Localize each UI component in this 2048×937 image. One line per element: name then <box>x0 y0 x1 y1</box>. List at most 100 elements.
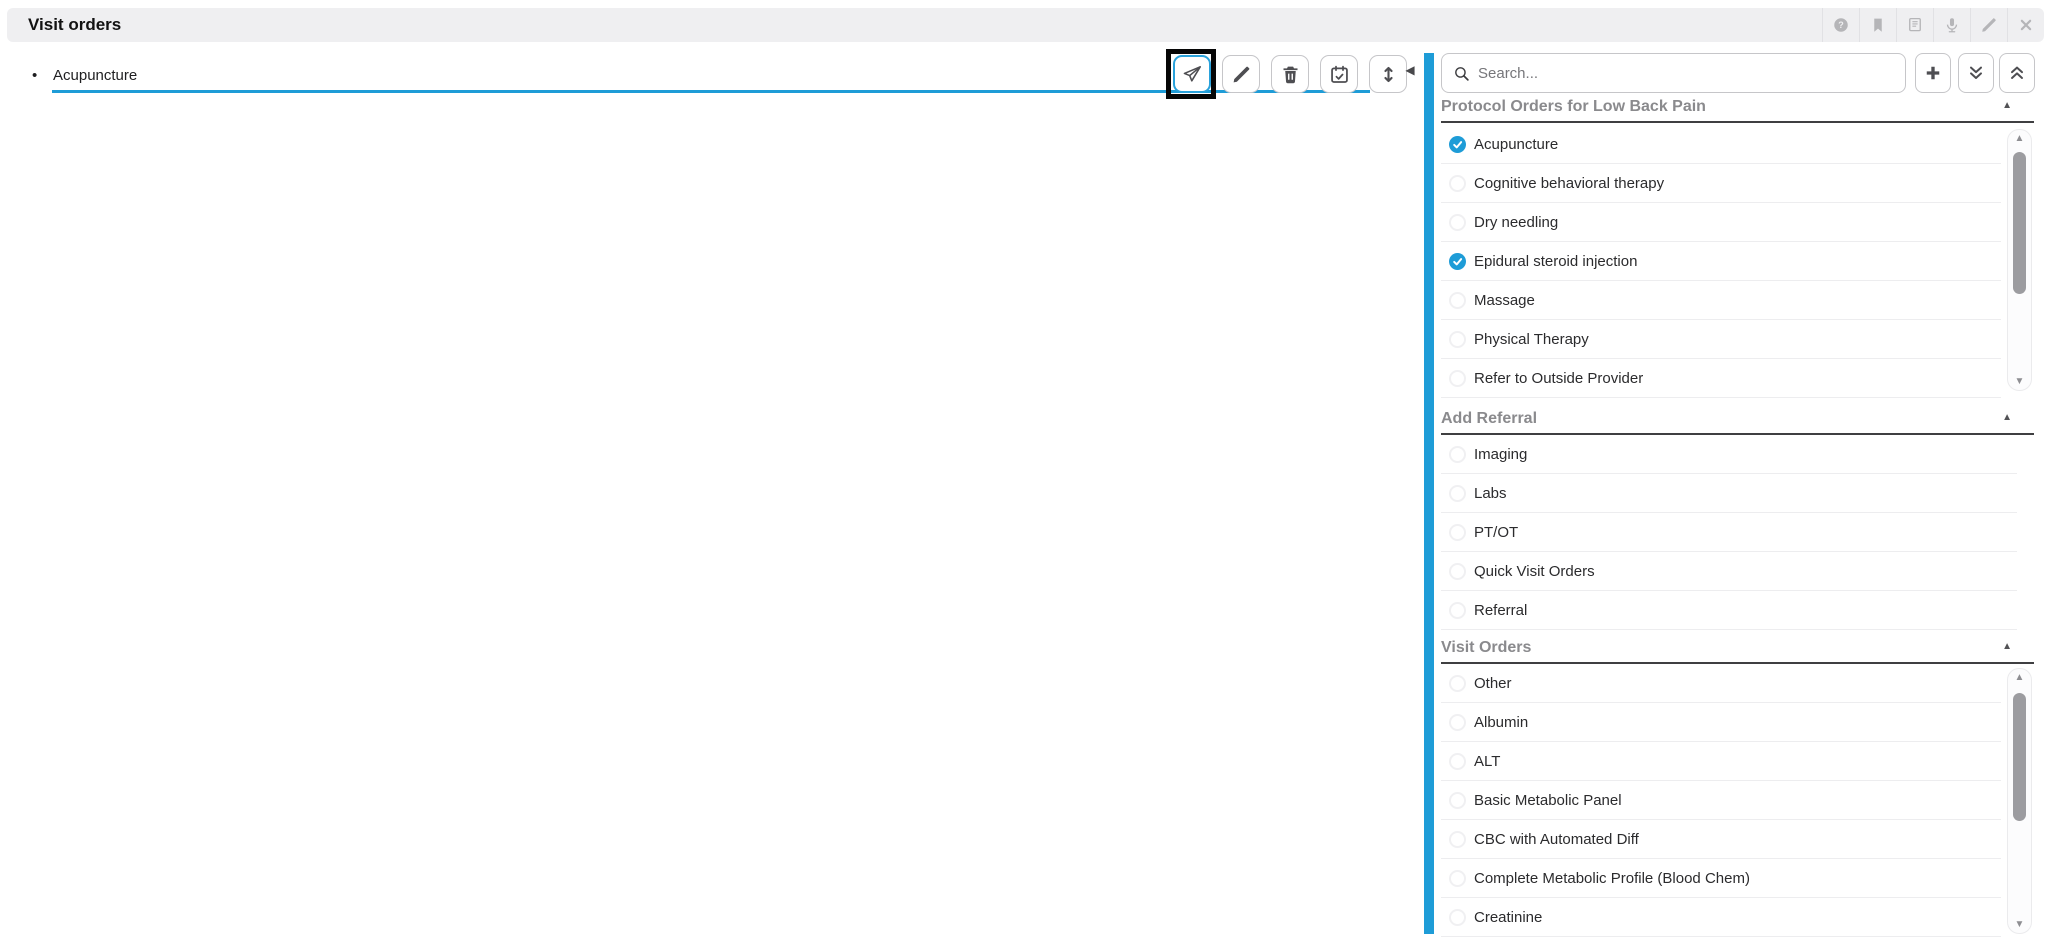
search-row <box>1441 53 2036 93</box>
scrollbar-track[interactable]: ▲ ▼ <box>2007 668 2032 934</box>
check-circle-icon <box>1449 675 1466 692</box>
order-item-label: Physical Therapy <box>1474 331 1589 348</box>
bookmark-icon[interactable] <box>1859 8 1896 42</box>
edit-icon[interactable] <box>1970 8 2007 42</box>
schedule-order-button[interactable] <box>1320 55 1358 93</box>
order-list-item[interactable]: Complete Metabolic Profile (Blood Chem) <box>1441 859 2001 898</box>
order-list-item[interactable]: Epidural steroid injection <box>1441 242 2001 281</box>
order-list-item[interactable]: ALT <box>1441 742 2001 781</box>
send-order-button[interactable] <box>1173 55 1211 93</box>
check-circle-icon <box>1449 524 1466 541</box>
search-input[interactable] <box>1478 65 1905 82</box>
order-item-label: PT/OT <box>1474 524 1518 541</box>
order-list-item[interactable]: Imaging <box>1441 435 2017 474</box>
order-item-label: Basic Metabolic Panel <box>1474 792 1622 809</box>
order-item-label: Creatinine <box>1474 909 1542 926</box>
order-item-label: Complete Metabolic Profile (Blood Chem) <box>1474 870 1750 887</box>
order-list-item[interactable]: PT/OT <box>1441 513 2017 552</box>
order-item-label: Cognitive behavioral therapy <box>1474 175 1664 192</box>
window-titlebar: Visit orders ? <box>7 8 2044 42</box>
check-circle-icon <box>1449 909 1466 926</box>
order-row-toolbar <box>1173 55 1418 93</box>
help-icon[interactable]: ? <box>1822 8 1859 42</box>
check-circle-icon <box>1449 214 1466 231</box>
check-circle-icon <box>1449 870 1466 887</box>
collapse-all-button[interactable] <box>1999 53 2035 93</box>
section-list-visit-orders: Other Albumin ALT Basic Metabolic Panel … <box>1441 664 2001 937</box>
order-item-label: Quick Visit Orders <box>1474 563 1595 580</box>
order-list-item[interactable]: Labs <box>1441 474 2017 513</box>
order-list-item[interactable]: Other <box>1441 664 2001 703</box>
expand-all-button[interactable] <box>1958 53 1994 93</box>
collapse-caret-icon[interactable]: ▲ <box>2002 100 2012 111</box>
check-circle-icon <box>1449 175 1466 192</box>
order-item-label: Refer to Outside Provider <box>1474 370 1643 387</box>
check-circle-icon <box>1449 602 1466 619</box>
visit-order-row[interactable]: • Acupuncture <box>32 62 137 88</box>
order-list-item[interactable]: Refer to Outside Provider <box>1441 359 2001 398</box>
check-circle-icon <box>1449 563 1466 580</box>
order-list-item[interactable]: Quick Visit Orders <box>1441 552 2017 591</box>
page-title: Visit orders <box>7 15 121 35</box>
check-circle-icon <box>1449 136 1466 153</box>
order-item-label: Albumin <box>1474 714 1528 731</box>
order-item-label: Imaging <box>1474 446 1527 463</box>
edit-order-button[interactable] <box>1222 55 1260 93</box>
order-item-label: Dry needling <box>1474 214 1558 231</box>
order-list-item[interactable]: Creatinine <box>1441 898 2001 937</box>
order-list-item[interactable]: CBC with Automated Diff <box>1441 820 2001 859</box>
order-list-item[interactable]: Albumin <box>1441 703 2001 742</box>
section-title: Add Referral <box>1441 410 1537 428</box>
order-item-label: Massage <box>1474 292 1535 309</box>
section-title: Visit Orders <box>1441 639 1531 657</box>
scroll-down-icon[interactable]: ▼ <box>2008 376 2031 387</box>
visit-order-label: Acupuncture <box>53 67 137 84</box>
panel-collapse-handle[interactable]: ◀ <box>1398 57 1422 83</box>
order-picker-panel: Protocol Orders for Low Back Pain ▲ Acup… <box>1441 53 2036 934</box>
collapse-caret-icon[interactable]: ▲ <box>2002 412 2012 423</box>
order-list-item[interactable]: Massage <box>1441 281 2001 320</box>
scrollbar-track[interactable]: ▲ ▼ <box>2007 129 2032 391</box>
panel-divider-bar <box>1424 53 1434 934</box>
check-circle-icon <box>1449 292 1466 309</box>
section-header-protocol-orders: Protocol Orders for Low Back Pain ▲ <box>1441 93 2034 123</box>
check-circle-icon <box>1449 831 1466 848</box>
close-icon[interactable] <box>2007 8 2044 42</box>
scroll-down-icon[interactable]: ▼ <box>2008 919 2031 930</box>
scroll-up-icon[interactable]: ▲ <box>2008 133 2031 144</box>
order-item-label: Labs <box>1474 485 1507 502</box>
scrollbar-thumb[interactable] <box>2013 693 2026 821</box>
scrollbar-thumb[interactable] <box>2013 152 2026 294</box>
add-order-button[interactable] <box>1915 53 1951 93</box>
order-item-label: CBC with Automated Diff <box>1474 831 1639 848</box>
search-icon <box>1453 65 1470 82</box>
check-circle-icon <box>1449 485 1466 502</box>
section-list-protocol-orders: Acupuncture Cognitive behavioral therapy… <box>1441 125 2001 398</box>
section-header-add-referral: Add Referral ▲ <box>1441 405 2034 435</box>
search-box[interactable] <box>1441 53 1906 93</box>
svg-text:?: ? <box>1838 20 1844 30</box>
order-item-label: Epidural steroid injection <box>1474 253 1637 270</box>
scroll-up-icon[interactable]: ▲ <box>2008 672 2031 683</box>
order-item-label: Referral <box>1474 602 1527 619</box>
titlebar-icon-group: ? <box>1822 8 2044 42</box>
check-circle-icon <box>1449 753 1466 770</box>
order-list-item[interactable]: Physical Therapy <box>1441 320 2001 359</box>
collapse-caret-icon[interactable]: ▲ <box>2002 641 2012 652</box>
check-circle-icon <box>1449 446 1466 463</box>
check-circle-icon <box>1449 253 1466 270</box>
order-item-label: ALT <box>1474 753 1500 770</box>
notebook-icon[interactable] <box>1896 8 1933 42</box>
order-list-item[interactable]: Dry needling <box>1441 203 2001 242</box>
section-title: Protocol Orders for Low Back Pain <box>1441 98 1706 116</box>
bullet-icon: • <box>32 67 46 84</box>
check-circle-icon <box>1449 792 1466 809</box>
order-list-item[interactable]: Cognitive behavioral therapy <box>1441 164 2001 203</box>
order-list-item[interactable]: Acupuncture <box>1441 125 2001 164</box>
check-circle-icon <box>1449 331 1466 348</box>
section-header-visit-orders: Visit Orders ▲ <box>1441 634 2034 664</box>
order-list-item[interactable]: Referral <box>1441 591 2017 630</box>
microphone-icon[interactable] <box>1933 8 1970 42</box>
delete-order-button[interactable] <box>1271 55 1309 93</box>
order-list-item[interactable]: Basic Metabolic Panel <box>1441 781 2001 820</box>
